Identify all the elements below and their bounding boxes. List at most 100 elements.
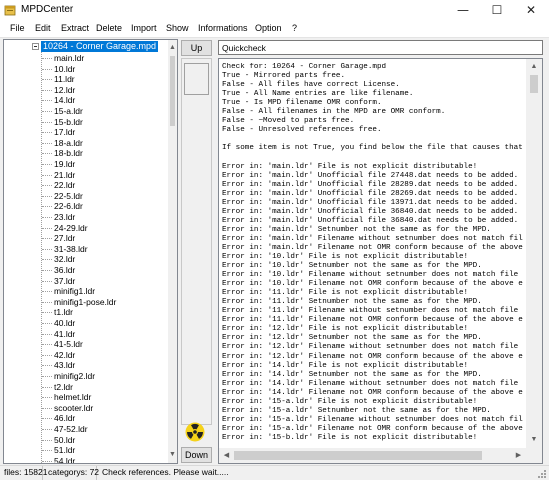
- menu-file[interactable]: File: [10, 23, 25, 33]
- log-text: Check for: 10264 - Corner Garage.mpd True…: [222, 63, 527, 446]
- middle-preview-box: [184, 63, 209, 95]
- menu-show[interactable]: Show: [166, 23, 189, 33]
- log-line: Error in: '10.ldr' File is not explicit …: [222, 252, 469, 261]
- tree-item-label: helmet.ldr: [54, 392, 92, 403]
- log-line: Error in: '12.ldr' File is not explicit …: [222, 325, 469, 334]
- scroll-down-arrow-icon[interactable]: ▼: [168, 447, 177, 463]
- log-line: Error in: 'main.ldr' Unofficial file 368…: [222, 216, 519, 225]
- log-line: Error in: '14.ldr' File is not explicit …: [222, 361, 469, 370]
- log-line: Error in: 'main.ldr' Unofficial file 139…: [222, 198, 519, 207]
- minimize-button[interactable]: —: [447, 0, 479, 20]
- log-line: Error in: 'main.ldr' File is not explici…: [222, 162, 478, 171]
- log-line: Error in: '14.ldr' Filename without setn…: [222, 379, 519, 388]
- tree-item-label: t1.ldr: [54, 307, 73, 318]
- log-line: Error in: '14.ldr' Setnumber not the sam…: [222, 370, 482, 379]
- window-title: MPDCenter: [21, 4, 74, 15]
- tree-root-label[interactable]: 10264 - Corner Garage.mpd: [41, 41, 159, 52]
- tree-item-label: 46.ldr: [54, 413, 76, 424]
- tree-item-label: 41.ldr: [54, 328, 76, 339]
- tree-item-label: 37.ldr: [54, 275, 76, 286]
- tree-item-label: 23.ldr: [54, 212, 76, 222]
- log-line: Error in: '12.ldr' Setnumber not the sam…: [222, 334, 482, 343]
- menu-help[interactable]: ?: [292, 23, 297, 33]
- log-line: True - All Name entries are like filenam…: [222, 90, 414, 99]
- log-line: Error in: 'main.ldr' Unofficial file 274…: [222, 171, 519, 180]
- log-line: Error in: 'main.ldr' Unofficial file 368…: [222, 207, 519, 216]
- status-categorys: categorys: 72: [44, 466, 99, 480]
- up-button[interactable]: Up: [181, 40, 212, 56]
- tree-item-label: 32.ldr: [54, 254, 76, 265]
- log-line: Error in: '15-a.ldr' Setnumber not the s…: [222, 406, 491, 415]
- log-line: Error in: '10.ldr' Filename not OMR conf…: [222, 280, 523, 289]
- log-line: Error in: '11.ldr' Filename without setn…: [222, 307, 519, 316]
- check-log[interactable]: Check for: 10264 - Corner Garage.mpd True…: [218, 58, 543, 464]
- scroll-left-arrow-icon[interactable]: ◀: [219, 448, 234, 463]
- log-line: False - All filenames in the MPD are OMR…: [222, 108, 446, 117]
- tree-scrollbar[interactable]: ▲ ▼: [168, 40, 177, 463]
- log-line: Error in: '10.ldr' Setnumber not the sam…: [222, 262, 482, 271]
- tree-content: 10264 - Corner Garage.mpd main.ldr 10.ldr…: [4, 40, 168, 463]
- status-bar: files: 15821 categorys: 72 Check referen…: [0, 465, 549, 480]
- tree-item-label: t2.ldr: [54, 381, 73, 392]
- log-line: If some item is not True, you find below…: [222, 144, 523, 153]
- menu-import[interactable]: Import: [131, 23, 157, 33]
- scroll-up-arrow-icon[interactable]: ▲: [168, 40, 177, 56]
- log-line: Error in: 'main.ldr' Filename not OMR co…: [222, 243, 523, 252]
- tree-item-label: 22.ldr: [54, 180, 76, 191]
- tree-item-label: 14.ldr: [54, 95, 76, 106]
- tree-item-label: 17.ldr: [54, 127, 76, 138]
- tree-item-label: 21.ldr: [54, 169, 76, 180]
- tree-item-label: 15-b.ldr: [54, 116, 83, 127]
- file-tree[interactable]: 10264 - Corner Garage.mpd main.ldr 10.ldr…: [3, 39, 178, 464]
- menu-extract[interactable]: Extract: [61, 23, 89, 33]
- tree-item-label: 27.ldr: [54, 233, 76, 244]
- scroll-down-arrow-icon[interactable]: ▼: [526, 432, 542, 448]
- log-line: Error in: 'main.ldr' Unofficial file 282…: [222, 180, 519, 189]
- scroll-up-arrow-icon[interactable]: ▲: [526, 59, 542, 75]
- tree-item-label: minifig1.ldr: [54, 286, 96, 297]
- log-horizontal-scrollbar[interactable]: ◀ ▶: [219, 448, 526, 463]
- scrollbar-corner: [526, 448, 542, 463]
- log-line: Error in: '10.ldr' Filename without setn…: [222, 271, 519, 280]
- tree-item-label: 11.ldr: [54, 74, 75, 85]
- resize-grip-icon[interactable]: [537, 469, 547, 479]
- log-line: False - All files have correct License.: [222, 81, 400, 90]
- menu-option[interactable]: Option: [255, 23, 282, 33]
- log-scroll-thumb[interactable]: [530, 75, 538, 93]
- scroll-right-arrow-icon[interactable]: ▶: [511, 448, 526, 463]
- log-line: Error in: '12.ldr' Filename not OMR conf…: [222, 352, 523, 361]
- tree-item-label: 50.ldr: [54, 434, 76, 445]
- log-line: Error in: '11.ldr' File is not explicit …: [222, 289, 469, 298]
- down-button[interactable]: Down: [181, 447, 212, 463]
- log-line: Error in: '11.ldr' Setnumber not the sam…: [222, 298, 482, 307]
- status-message: Check references. Please wait.....: [102, 467, 229, 477]
- quickcheck-field[interactable]: Quickcheck: [218, 40, 543, 55]
- log-line: False - Unresolved references free.: [222, 126, 382, 135]
- tree-scroll-thumb[interactable]: [170, 56, 175, 126]
- tree-item-label: 10.ldr: [54, 63, 76, 74]
- menu-bar: File Edit Extract Delete Import Show Inf…: [0, 20, 549, 38]
- close-button[interactable]: ✕: [515, 0, 547, 20]
- log-vertical-scrollbar[interactable]: ▲ ▼: [526, 59, 542, 448]
- radiation-icon[interactable]: [185, 422, 205, 442]
- tree-connector-line: [41, 52, 42, 463]
- tree-item-label: 40.ldr: [54, 318, 76, 328]
- tree-item-label: main.ldr: [54, 53, 85, 63]
- maximize-button[interactable]: ☐: [481, 0, 513, 20]
- menu-edit[interactable]: Edit: [35, 23, 51, 33]
- app-icon: [4, 5, 16, 16]
- collapse-icon[interactable]: [32, 43, 39, 50]
- tree-item-label: 12.ldr: [54, 84, 76, 95]
- status-files: files: 15821: [0, 466, 47, 480]
- log-line: Check for: 10264 - Corner Garage.mpd: [222, 63, 387, 71]
- tree-item-label: minifig2.ldr: [54, 371, 96, 381]
- tree-item-label: 43.ldr: [54, 360, 76, 371]
- middle-panel: [181, 58, 212, 425]
- tree-item-label: 18-b.ldr: [54, 148, 83, 159]
- tree-item-label: 15-a.ldr: [54, 106, 83, 116]
- log-line: False - ~Moved to parts free.: [222, 117, 355, 126]
- log-hscroll-thumb[interactable]: [234, 451, 482, 460]
- menu-informations[interactable]: Informations: [198, 23, 248, 33]
- log-line: Error in: 'main.ldr' Unofficial file 282…: [222, 189, 519, 198]
- menu-delete[interactable]: Delete: [96, 23, 122, 33]
